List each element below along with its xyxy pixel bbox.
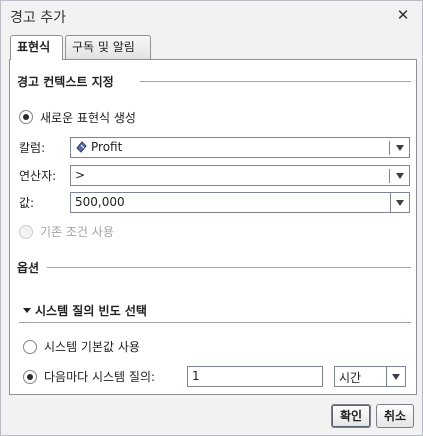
existing-condition-radio	[19, 225, 33, 239]
tab-expression[interactable]: 표현식	[10, 35, 63, 60]
interval-input[interactable]: 1	[187, 366, 323, 387]
chevron-down-icon[interactable]	[390, 138, 409, 157]
section-divider	[140, 81, 411, 82]
new-expression-radio[interactable]	[19, 110, 33, 124]
system-default-radio[interactable]	[23, 340, 37, 354]
tab-strip: 표현식 구독 및 알림	[6, 35, 416, 60]
tab-subscription-notification[interactable]: 구독 및 알림	[65, 35, 151, 59]
existing-condition-label: 기존 조건 사용	[40, 225, 114, 239]
section-divider	[47, 267, 411, 268]
context-section-heading: 경고 컨텍스트 지정	[17, 75, 114, 89]
column-value: Profit	[91, 140, 123, 154]
collapse-arrow-icon[interactable]	[23, 308, 31, 313]
options-section-heading: 옵션	[17, 261, 40, 275]
interval-unit-value: 시간	[339, 371, 362, 385]
operator-value: >	[75, 168, 86, 182]
tab-panel: 경고 컨텍스트 지정 새로운 표현식 생성 칼럼: Profit 연산자: > …	[9, 59, 417, 395]
data-item-icon	[76, 141, 87, 153]
system-default-label: 시스템 기본값 사용	[44, 340, 140, 354]
interval-unit-select[interactable]: 시간	[334, 366, 406, 387]
every-interval-label: 다음마다 시스템 질의:	[44, 370, 156, 384]
every-interval-radio[interactable]	[23, 370, 37, 384]
section-divider	[19, 322, 411, 323]
chevron-down-icon[interactable]	[386, 367, 405, 386]
dialog-title: 경고 추가	[10, 10, 66, 26]
chevron-down-icon[interactable]	[390, 166, 409, 185]
column-select[interactable]: Profit	[70, 137, 410, 158]
frequency-heading[interactable]: 시스템 질의 빈도 선택	[35, 302, 147, 319]
ok-button[interactable]: 확인	[331, 404, 371, 428]
new-expression-label: 새로운 표현식 생성	[40, 111, 136, 125]
operator-label: 연산자:	[19, 169, 57, 183]
column-label: 칼럼:	[19, 141, 46, 155]
value-input[interactable]: 500,000	[75, 195, 125, 209]
close-icon[interactable]: ✕	[394, 5, 412, 25]
add-alert-dialog: 경고 추가 ✕ 표현식 구독 및 알림 경고 컨텍스트 지정 새로운 표현식 생…	[0, 0, 423, 436]
value-label: 값:	[19, 196, 35, 210]
operator-select[interactable]: >	[70, 165, 410, 186]
interval-value: 1	[192, 369, 200, 383]
title-bar: 경고 추가 ✕	[1, 1, 422, 31]
chevron-down-icon[interactable]	[390, 193, 409, 212]
value-combo[interactable]: 500,000	[70, 192, 410, 213]
cancel-button[interactable]: 취소	[376, 404, 414, 428]
